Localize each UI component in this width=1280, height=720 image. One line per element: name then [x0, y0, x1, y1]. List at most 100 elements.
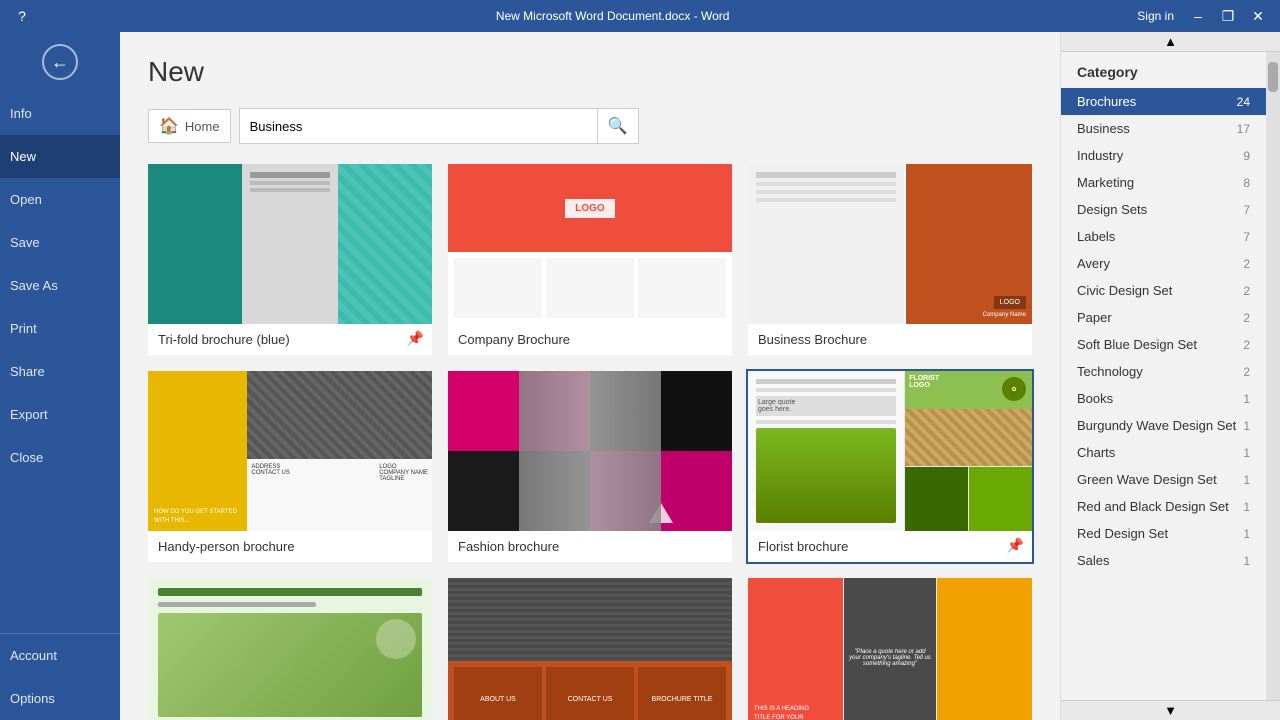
sidebar-item-close[interactable]: Close	[0, 436, 120, 479]
sidebar-item-share[interactable]: Share	[0, 350, 120, 393]
search-input[interactable]	[240, 112, 597, 141]
sidebar-item-new[interactable]: New	[0, 135, 120, 178]
sidebar-item-print[interactable]: Print	[0, 307, 120, 350]
category-item-charts[interactable]: Charts1	[1061, 439, 1266, 466]
category-name: Green Wave Design Set	[1077, 472, 1217, 487]
scrollbar-thumb[interactable]	[1268, 62, 1278, 92]
template-thumb-business: LOGO Company Name	[748, 164, 1032, 324]
template-thumb-handy: HOW DO YOU GET STARTED WITH THIS... ADDR…	[148, 371, 432, 531]
category-item-books[interactable]: Books 1	[1061, 385, 1266, 412]
category-count: 1	[1243, 473, 1250, 487]
category-count: 1	[1243, 527, 1250, 541]
category-item-industry[interactable]: Industry9	[1061, 142, 1266, 169]
category-count: 2	[1243, 365, 1250, 379]
category-item-paper[interactable]: Paper 2	[1061, 304, 1266, 331]
minimize-button[interactable]: –	[1184, 2, 1212, 30]
template-card-fashion[interactable]: Fashion brochure	[448, 371, 732, 562]
category-list: Brochures 24 Business17Industry9 Marketing 8…	[1061, 88, 1266, 574]
category-count: 24	[1237, 95, 1250, 109]
template-label-business: Business Brochure	[748, 324, 1032, 355]
template-thumb-company: LOGO	[448, 164, 732, 324]
category-count: 8	[1243, 176, 1250, 190]
template-label-trifold: Tri-fold brochure (blue)	[148, 324, 432, 355]
sidebar-item-export[interactable]: Export	[0, 393, 120, 436]
app-body: ← Info New Open Save Save As Print Share…	[0, 32, 1280, 720]
category-panel: Category Brochures24Business17Industry9M…	[1061, 52, 1266, 700]
home-label: Home	[185, 119, 220, 134]
category-name: Avery	[1077, 256, 1110, 271]
category-count: 2	[1243, 311, 1250, 325]
category-name: Red Design Set	[1077, 526, 1168, 541]
template-thumb-colorful: THIS IS A HEADINGTITLE FOR YOURSTORY "Pl…	[748, 578, 1032, 720]
sidebar: ← Info New Open Save Save As Print Share…	[0, 32, 120, 720]
category-item-green-wave[interactable]: Green Wave Design Set 1	[1061, 466, 1266, 493]
category-count: 2	[1243, 338, 1250, 352]
category-name: Design Sets	[1077, 202, 1147, 217]
category-item-marketing[interactable]: Marketing 8	[1061, 169, 1266, 196]
category-count: 1	[1243, 419, 1250, 433]
category-name: Books	[1077, 391, 1113, 406]
signin-button[interactable]: Sign in	[1137, 9, 1174, 23]
pin-icon: 📌	[407, 330, 424, 347]
scroll-up-button[interactable]: ▲	[1165, 36, 1177, 48]
category-name: Sales	[1077, 553, 1110, 568]
category-item-business[interactable]: Business17	[1061, 115, 1266, 142]
search-button[interactable]: 🔍	[597, 109, 638, 143]
template-grid: Tri-fold brochure (blue) 📌 LOGO	[148, 164, 1032, 720]
restore-button[interactable]: ❐	[1214, 2, 1242, 30]
scroll-down-button[interactable]: ▼	[1164, 703, 1177, 718]
template-card-handy[interactable]: HOW DO YOU GET STARTED WITH THIS... ADDR…	[148, 371, 432, 562]
category-item-red-black[interactable]: Red and Black Design Set1	[1061, 493, 1266, 520]
category-count: 1	[1243, 392, 1250, 406]
template-card-colorful[interactable]: THIS IS A HEADINGTITLE FOR YOURSTORY "Pl…	[748, 578, 1032, 720]
scrollbar-track[interactable]	[1266, 52, 1280, 700]
sidebar-item-info[interactable]: Info	[0, 92, 120, 135]
sidebar-item-save[interactable]: Save	[0, 221, 120, 264]
category-name: Paper	[1077, 310, 1112, 325]
sidebar-item-options[interactable]: Options	[0, 677, 120, 720]
sidebar-item-account[interactable]: Account	[0, 634, 120, 677]
category-item-red-design[interactable]: Red Design Set 1	[1061, 520, 1266, 547]
category-name: Civic Design Set	[1077, 283, 1172, 298]
home-icon: 🏠	[159, 116, 179, 136]
page-title: New	[148, 56, 1032, 88]
back-button[interactable]: ←	[0, 32, 120, 92]
help-button[interactable]: ?	[8, 2, 36, 30]
category-item-technology[interactable]: Technology 2	[1061, 358, 1266, 385]
category-item-brochures[interactable]: Brochures 24	[1061, 88, 1266, 115]
titlebar: ? New Microsoft Word Document.docx - Wor…	[0, 0, 1280, 32]
category-count: 1	[1243, 554, 1250, 568]
close-button[interactable]: ✕	[1244, 2, 1272, 30]
category-count: 2	[1243, 284, 1250, 298]
category-item-soft-blue[interactable]: Soft Blue Design Set2	[1061, 331, 1266, 358]
category-name: Brochures	[1077, 94, 1136, 109]
template-card-business[interactable]: LOGO Company Name Business Brochure	[748, 164, 1032, 355]
category-item-avery[interactable]: Avery2	[1061, 250, 1266, 277]
template-card-florist[interactable]: Large quotegoes here. ✿ FLORISTLOGO	[748, 371, 1032, 562]
category-item-burgundy-wave[interactable]: Burgundy Wave Design Set 1	[1061, 412, 1266, 439]
category-count: 9	[1243, 149, 1250, 163]
category-item-labels[interactable]: Labels 7	[1061, 223, 1266, 250]
category-count: 1	[1243, 500, 1250, 514]
template-card-company[interactable]: LOGO Company Brochure	[448, 164, 732, 355]
category-name: Burgundy Wave Design Set	[1077, 418, 1236, 433]
template-card-trifold[interactable]: Tri-fold brochure (blue) 📌	[148, 164, 432, 355]
category-item-sales[interactable]: Sales 1	[1061, 547, 1266, 574]
titlebar-title: New Microsoft Word Document.docx - Word	[88, 9, 1137, 23]
template-card-green[interactable]: Green brochure	[148, 578, 432, 720]
template-label-fashion: Fashion brochure	[448, 531, 732, 562]
sidebar-item-saveas[interactable]: Save As	[0, 264, 120, 307]
template-card-tech[interactable]: ABOUT US CONTACT US BROCHURE TITLE Tech …	[448, 578, 732, 720]
category-heading: Category	[1077, 64, 1138, 80]
template-thumb-tech: ABOUT US CONTACT US BROCHURE TITLE	[448, 578, 732, 720]
category-count: 1	[1243, 446, 1250, 460]
category-name: Marketing	[1077, 175, 1134, 190]
category-count: 7	[1243, 230, 1250, 244]
home-button[interactable]: 🏠 Home	[148, 109, 231, 143]
template-label-handy: Handy-person brochure	[148, 531, 432, 562]
category-item-design-sets[interactable]: Design Sets7	[1061, 196, 1266, 223]
category-name: Technology	[1077, 364, 1143, 379]
category-name: Labels	[1077, 229, 1115, 244]
category-item-civic-design-set[interactable]: Civic Design Set 2	[1061, 277, 1266, 304]
sidebar-item-open[interactable]: Open	[0, 178, 120, 221]
